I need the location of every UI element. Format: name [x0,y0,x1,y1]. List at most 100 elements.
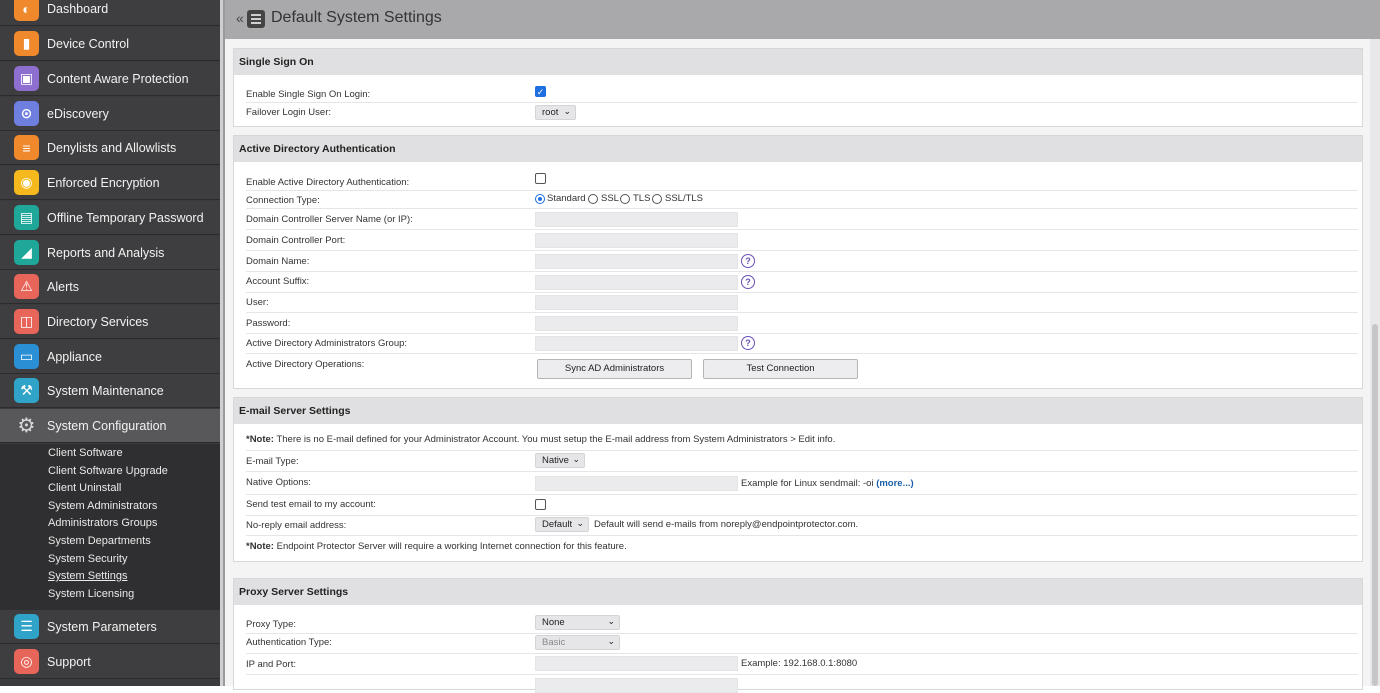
ediscovery-icon: ⊙ [14,101,39,126]
proxy-type-select[interactable]: None ⌄ [535,615,620,630]
proxy-panel: Proxy Server Settings Proxy Type: None ⌄ … [233,578,1363,693]
content-aware-icon: ▣ [14,66,39,91]
ad-operations-label: Active Directory Operations: [246,359,365,370]
sidebar-item-label: eDiscovery [47,106,109,121]
sidebar-item-offline-temporary-password[interactable]: ▤ Offline Temporary Password [0,201,220,235]
dashboard-icon: ◐ [14,0,39,21]
ad-user-input[interactable] [535,295,738,310]
page-title: Default System Settings [271,9,442,26]
failover-user-select[interactable]: root ⌄ [535,105,576,120]
noreply-select[interactable]: Default ⌄ [535,517,589,532]
account-suffix-help-icon[interactable]: ? [741,275,755,289]
directory-icon: ◫ [14,309,39,334]
auth-type-label: Authentication Type: [246,637,332,648]
ip-port-input[interactable] [535,656,738,671]
test-connection-button[interactable]: Test Connection [703,359,858,379]
page-header: « Default System Settings [225,0,1380,39]
chevron-down-icon: ⌄ [607,636,615,646]
sidebar-item-enforced-encryption[interactable]: ◉ Enforced Encryption [0,166,220,200]
submenu-item-administrators-groups[interactable]: Administrators Groups [48,517,157,529]
sync-ad-administrators-button[interactable]: Sync AD Administrators [537,359,692,379]
send-test-email-label: Send test email to my account: [246,499,376,510]
support-icon: ◎ [14,649,39,674]
submenu-item-client-software-upgrade[interactable]: Client Software Upgrade [48,465,168,477]
connection-ssl-tls-radio[interactable] [652,194,662,204]
submenu-item-system-settings[interactable]: System Settings [48,570,127,582]
sidebar-item-device-control[interactable]: ▮ Device Control [0,27,220,61]
sidebar-item-system-maintenance[interactable]: ⚒ System Maintenance [0,374,220,408]
sidebar-item-ediscovery[interactable]: ⊙ eDiscovery [0,97,220,131]
parameters-icon: ☰ [14,614,39,639]
connection-ssl-tls-label: SSL/TLS [665,193,704,204]
sso-enable-checkbox[interactable]: ✓ [535,86,546,97]
submenu-item-system-security[interactable]: System Security [48,553,127,565]
chevron-down-icon: ⌄ [572,454,580,464]
connection-tls-radio[interactable] [620,194,630,204]
sidebar-item-label: System Parameters [47,619,157,634]
sidebar-item-system-configuration[interactable]: ⚙ System Configuration [0,409,220,443]
submenu-item-system-administrators[interactable]: System Administrators [48,500,157,512]
ad-enable-checkbox[interactable] [535,173,546,184]
noreply-label: No-reply email address: [246,520,347,531]
list-icon [247,10,265,28]
sidebar-item-label: Directory Services [47,314,149,329]
chevron-down-icon: ⌄ [607,616,615,626]
denylists-icon: ≡ [14,135,39,160]
ad-enable-label: Enable Active Directory Authentication: [246,177,410,188]
ad-password-input[interactable] [535,316,738,331]
chevron-down-icon: ⌄ [576,518,584,528]
submenu-item-system-licensing[interactable]: System Licensing [48,588,134,600]
ad-admins-group-input[interactable] [535,336,738,351]
maintenance-icon: ⚒ [14,378,39,403]
scrollbar-thumb[interactable] [1372,324,1378,686]
sidebar-item-label: Dashboard [47,2,109,16]
sidebar-item-label: System Configuration [47,418,167,433]
proxy-type-label: Proxy Type: [246,619,296,630]
dc-server-input[interactable] [535,212,738,227]
sso-enable-label: Enable Single Sign On Login: [246,89,371,100]
sidebar-item-label: Denylists and Allowlists [47,140,177,155]
sidebar-item-label: Appliance [47,349,102,364]
connection-standard-radio[interactable] [535,194,545,204]
auth-type-select[interactable]: Basic ⌄ [535,635,620,650]
dc-port-input[interactable] [535,233,738,248]
sidebar-item-directory-services[interactable]: ◫ Directory Services [0,305,220,339]
sso-panel: Single Sign On Enable Single Sign On Log… [233,48,1363,127]
native-options-input[interactable] [535,476,738,491]
sidebar-item-system-parameters[interactable]: ☰ System Parameters [0,610,220,644]
sidebar-item-content-aware-protection[interactable]: ▣ Content Aware Protection [0,62,220,96]
offline-password-icon: ▤ [14,205,39,230]
sidebar-item-support[interactable]: ◎ Support [0,645,220,679]
collapse-sidebar-icon[interactable]: « [236,10,244,26]
submenu-item-system-departments[interactable]: System Departments [48,535,151,547]
appliance-icon: ▭ [14,344,39,369]
gear-icon: ⚙ [17,415,36,437]
sidebar-item-label: Reports and Analysis [47,245,165,260]
dc-port-label: Domain Controller Port: [246,235,346,246]
sidebar-item-appliance[interactable]: ▭ Appliance [0,340,220,374]
send-test-email-checkbox[interactable] [535,499,546,510]
sidebar-item-label: Device Control [47,36,129,51]
connection-type-label: Connection Type: [246,195,320,206]
domain-name-input[interactable] [535,254,738,269]
account-suffix-input[interactable] [535,275,738,290]
proxy-panel-title: Proxy Server Settings [234,579,1362,605]
admins-group-help-icon[interactable]: ? [741,336,755,350]
sidebar-item-alerts[interactable]: ⚠ Alerts [0,270,220,304]
sidebar-item-label: Alerts [47,279,79,294]
email-type-label: E-mail Type: [246,456,299,467]
domain-name-help-icon[interactable]: ? [741,254,755,268]
reports-icon: ◢ [14,240,39,265]
more-link[interactable]: (more...) [876,478,913,489]
internet-note: *Note: Endpoint Protector Server will re… [246,541,627,552]
dc-server-label: Domain Controller Server Name (or IP): [246,214,413,225]
sidebar-item-denylists[interactable]: ≡ Denylists and Allowlists [0,131,220,165]
connection-ssl-radio[interactable] [588,194,598,204]
submenu-item-client-software[interactable]: Client Software [48,447,123,459]
encryption-icon: ◉ [14,170,39,195]
submenu-item-client-uninstall[interactable]: Client Uninstall [48,482,121,494]
email-type-select[interactable]: Native ⌄ [535,453,585,468]
sidebar-item-dashboard[interactable]: ◐ Dashboard [0,0,220,26]
sidebar-item-reports-and-analysis[interactable]: ◢ Reports and Analysis [0,236,220,270]
connection-standard-label: Standard [547,193,586,204]
